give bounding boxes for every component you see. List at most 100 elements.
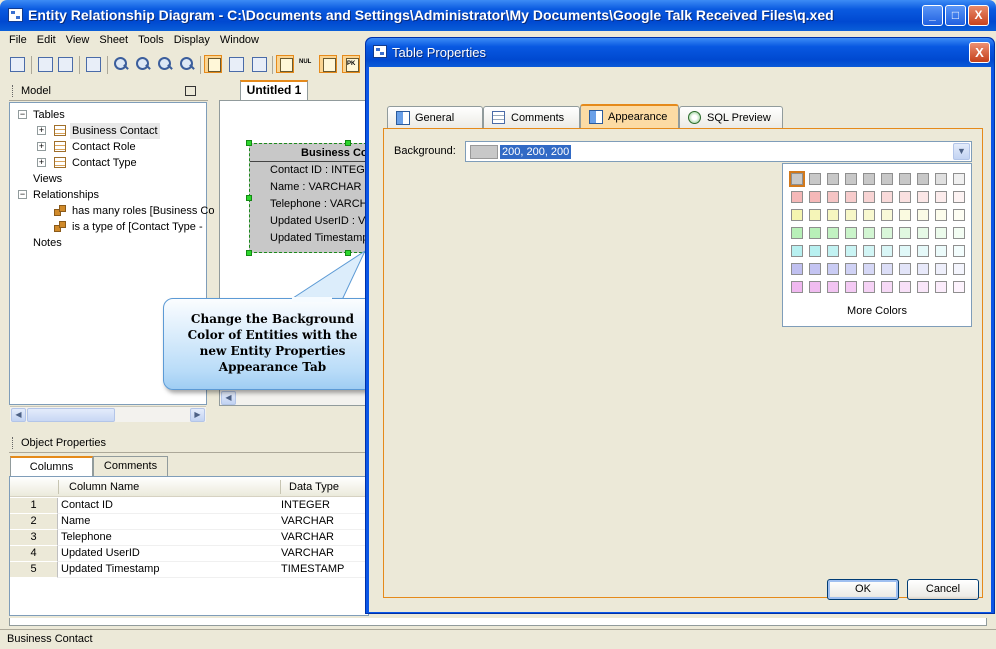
color-swatch[interactable] xyxy=(953,245,965,257)
scroll-thumb[interactable] xyxy=(27,408,115,422)
color-swatch[interactable] xyxy=(863,281,875,293)
maximize-button[interactable]: □ xyxy=(945,5,966,26)
entity-icon[interactable] xyxy=(319,55,337,73)
color-swatch[interactable] xyxy=(791,281,803,293)
scroll-left-icon[interactable]: ◀ xyxy=(221,391,236,405)
table-row[interactable]: 1 Contact ID INTEGER xyxy=(10,498,368,514)
color-swatch[interactable] xyxy=(899,281,911,293)
menu-view[interactable]: View xyxy=(61,31,95,46)
zoom-in-icon[interactable] xyxy=(134,55,152,73)
tree-views[interactable]: Views xyxy=(33,171,62,187)
show-columns-icon[interactable] xyxy=(204,55,222,73)
header-column-name[interactable]: Column Name xyxy=(69,481,139,493)
color-swatch[interactable] xyxy=(827,245,839,257)
ok-button[interactable]: OK xyxy=(827,579,899,600)
tab-general[interactable]: General xyxy=(387,106,483,128)
color-swatch[interactable] xyxy=(809,209,821,221)
scroll-right-icon[interactable]: ▶ xyxy=(190,408,205,422)
dialog-close-button[interactable]: X xyxy=(969,42,990,63)
color-swatch[interactable] xyxy=(935,191,947,203)
color-swatch[interactable] xyxy=(899,227,911,239)
page-setup-icon[interactable] xyxy=(56,55,74,73)
color-swatch[interactable] xyxy=(845,209,857,221)
color-swatch[interactable] xyxy=(827,191,839,203)
menu-edit[interactable]: Edit xyxy=(32,31,61,46)
menu-file[interactable]: File xyxy=(4,31,32,46)
restore-panel-icon[interactable] xyxy=(185,86,196,96)
expand-icon[interactable]: + xyxy=(37,158,46,167)
color-swatch[interactable] xyxy=(791,227,803,239)
color-swatch[interactable] xyxy=(953,281,965,293)
color-swatch[interactable] xyxy=(827,281,839,293)
color-swatch[interactable] xyxy=(953,227,965,239)
color-swatch[interactable] xyxy=(845,245,857,257)
minimize-button[interactable]: _ xyxy=(922,5,943,26)
more-colors-button[interactable]: More Colors xyxy=(783,305,971,317)
color-swatch[interactable] xyxy=(917,173,929,185)
cell-data-type[interactable]: VARCHAR xyxy=(281,546,334,561)
tab-appearance[interactable]: Appearance xyxy=(580,104,679,128)
color-swatch[interactable] xyxy=(953,209,965,221)
entity-business-contact[interactable]: Business Co Contact ID : INTEGE Name : V… xyxy=(249,143,374,253)
color-swatch[interactable] xyxy=(863,173,875,185)
collapse-icon[interactable]: − xyxy=(18,190,27,199)
color-swatch[interactable] xyxy=(809,245,821,257)
color-swatch[interactable] xyxy=(935,263,947,275)
color-swatch[interactable] xyxy=(809,227,821,239)
color-swatch[interactable] xyxy=(899,209,911,221)
print-icon[interactable] xyxy=(36,55,54,73)
cell-column-name[interactable]: Contact ID xyxy=(61,498,113,513)
collapse-icon[interactable]: − xyxy=(18,110,27,119)
tree-relationships[interactable]: Relationships xyxy=(33,187,99,203)
cell-data-type[interactable]: VARCHAR xyxy=(281,530,334,545)
color-swatch[interactable] xyxy=(809,263,821,275)
canvas-hscrollbar[interactable]: ◀ xyxy=(220,389,366,405)
resize-handle[interactable] xyxy=(246,140,252,146)
color-swatch[interactable] xyxy=(789,171,805,187)
color-swatch[interactable] xyxy=(845,227,857,239)
cell-column-name[interactable]: Updated UserID xyxy=(61,546,140,561)
main-title-bar[interactable]: Entity Relationship Diagram - C:\Documen… xyxy=(0,0,996,31)
tree-table-contact-type[interactable]: Contact Type xyxy=(72,155,137,171)
zoom-out-icon[interactable] xyxy=(156,55,174,73)
color-swatch[interactable] xyxy=(935,173,947,185)
color-swatch[interactable] xyxy=(935,245,947,257)
tab-comments[interactable]: Comments xyxy=(93,456,168,476)
menu-display[interactable]: Display xyxy=(169,31,215,46)
color-swatch[interactable] xyxy=(917,191,929,203)
color-swatch[interactable] xyxy=(809,281,821,293)
color-swatch[interactable] xyxy=(827,263,839,275)
tree-notes[interactable]: Notes xyxy=(33,235,62,251)
color-swatch[interactable] xyxy=(881,263,893,275)
color-swatch[interactable] xyxy=(863,191,875,203)
color-swatch[interactable] xyxy=(791,263,803,275)
color-swatch[interactable] xyxy=(881,245,893,257)
resize-handle[interactable] xyxy=(246,250,252,256)
color-swatch[interactable] xyxy=(899,263,911,275)
color-swatch[interactable] xyxy=(917,281,929,293)
menu-sheet[interactable]: Sheet xyxy=(94,31,133,46)
header-data-type[interactable]: Data Type xyxy=(289,481,339,493)
color-swatch[interactable] xyxy=(827,209,839,221)
color-swatch[interactable] xyxy=(827,173,839,185)
color-swatch[interactable] xyxy=(827,227,839,239)
dialog-title-bar[interactable]: Table Properties X xyxy=(366,38,994,67)
color-swatch[interactable] xyxy=(881,227,893,239)
tree-table-contact-role[interactable]: Contact Role xyxy=(72,139,136,155)
tab-untitled-1[interactable]: Untitled 1 xyxy=(240,80,308,100)
menu-tools[interactable]: Tools xyxy=(133,31,169,46)
menu-window[interactable]: Window xyxy=(215,31,264,46)
null-icon[interactable]: NUL xyxy=(298,55,316,73)
color-swatch[interactable] xyxy=(935,281,947,293)
color-swatch[interactable] xyxy=(899,173,911,185)
show-comments-icon[interactable] xyxy=(276,55,294,73)
layout-icon[interactable] xyxy=(84,55,102,73)
color-swatch[interactable] xyxy=(935,209,947,221)
show-keys-icon[interactable] xyxy=(250,55,268,73)
color-swatch[interactable] xyxy=(917,227,929,239)
scroll-left-icon[interactable]: ◀ xyxy=(11,408,26,422)
color-swatch[interactable] xyxy=(845,281,857,293)
show-types-icon[interactable] xyxy=(227,55,245,73)
tab-comments[interactable]: Comments xyxy=(483,106,580,128)
resize-handle[interactable] xyxy=(246,195,252,201)
